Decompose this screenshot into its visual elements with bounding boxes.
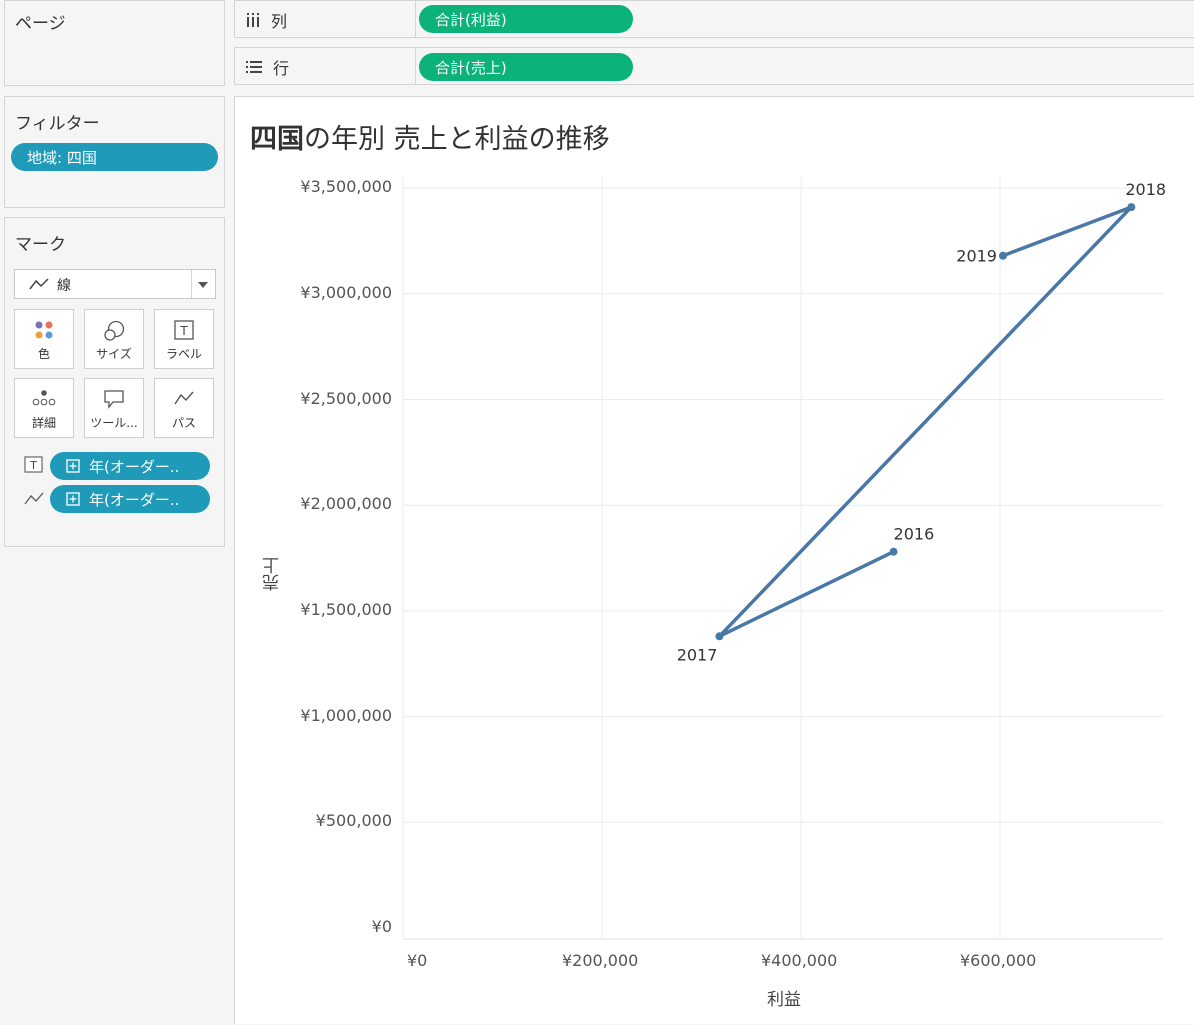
size-card-label: サイズ — [96, 347, 132, 361]
columns-shelf[interactable]: 列 合計(利益) — [234, 0, 1194, 38]
label-icon: T — [24, 456, 43, 473]
data-label-2017: 2017 — [677, 645, 718, 664]
columns-icon — [247, 13, 259, 27]
rows-icon — [246, 61, 262, 73]
color-card-label: 色 — [37, 347, 50, 361]
tooltip-icon — [104, 390, 124, 409]
chart-view: 四国の年別 売上と利益の推移 売上 利益 ¥0 ¥500,000 ¥1,000,00… — [234, 96, 1194, 1024]
shelf-divider — [415, 1, 416, 37]
path-card[interactable]: パス — [154, 378, 214, 438]
pages-panel[interactable]: ページ — [4, 0, 225, 86]
mark-type-dropdown[interactable]: 線 — [14, 269, 216, 299]
shelf-divider — [415, 48, 416, 84]
filter-pill-region[interactable]: 地域: 四国 — [11, 143, 218, 171]
tooltip-card[interactable]: ツール... — [84, 378, 144, 438]
svg-text:T: T — [179, 324, 188, 338]
filters-panel[interactable]: フィルター 地域: 四国 — [4, 96, 225, 208]
path-field-text: 年(オーダー.. — [89, 490, 180, 509]
size-icon — [104, 320, 125, 341]
line-mark-icon — [29, 278, 49, 290]
data-label-2018: 2018 — [1125, 180, 1166, 199]
chevron-down-icon[interactable] — [197, 281, 209, 289]
rows-shelf[interactable]: 行 合計(売上) — [234, 47, 1194, 85]
rows-shelf-label: 行 — [245, 55, 289, 79]
marks-panel[interactable]: マーク 線 色 サイズ T ラベル 詳細 ツール... パス T 年(オーダー.… — [4, 217, 225, 547]
series-line — [717, 205, 1134, 639]
rows-label: 行 — [273, 59, 290, 78]
expand-icon[interactable] — [66, 459, 80, 473]
columns-shelf-label: 列 — [245, 8, 287, 32]
size-card[interactable]: サイズ — [84, 309, 144, 369]
label-card-label: ラベル — [165, 347, 202, 361]
detail-icon — [32, 390, 56, 406]
mark-type-value: 線 — [57, 278, 71, 294]
label-field-pill[interactable]: 年(オーダー.. — [50, 452, 210, 480]
label-icon: T — [174, 320, 194, 340]
data-label-2016: 2016 — [894, 525, 935, 544]
path-icon — [174, 391, 194, 405]
plot-area: 2016 2017 2018 2019 — [402, 177, 1166, 940]
dropdown-divider — [191, 270, 192, 298]
columns-pill-profit[interactable]: 合計(利益) — [419, 5, 633, 33]
data-point-2018 — [1127, 203, 1136, 212]
data-point-2019 — [998, 251, 1007, 260]
color-icon — [35, 321, 53, 339]
rows-pill-sales[interactable]: 合計(売上) — [419, 53, 633, 81]
svg-text:T: T — [29, 459, 37, 472]
label-card[interactable]: T ラベル — [154, 309, 214, 369]
filters-title: フィルター — [15, 114, 100, 134]
path-card-label: パス — [171, 416, 196, 430]
columns-label: 列 — [271, 12, 288, 31]
path-icon — [24, 492, 44, 505]
data-point-2016 — [889, 547, 898, 556]
pages-title: ページ — [15, 14, 66, 34]
color-card[interactable]: 色 — [14, 309, 74, 369]
path-field-pill[interactable]: 年(オーダー.. — [50, 485, 210, 513]
data-point-2017 — [715, 632, 724, 641]
expand-icon[interactable] — [66, 492, 80, 506]
detail-card-label: 詳細 — [31, 416, 56, 430]
data-label-2019: 2019 — [956, 247, 997, 266]
label-field-text: 年(オーダー.. — [89, 457, 180, 476]
tooltip-card-label: ツール... — [90, 416, 138, 430]
marks-title: マーク — [15, 235, 66, 255]
detail-card[interactable]: 詳細 — [14, 378, 74, 438]
